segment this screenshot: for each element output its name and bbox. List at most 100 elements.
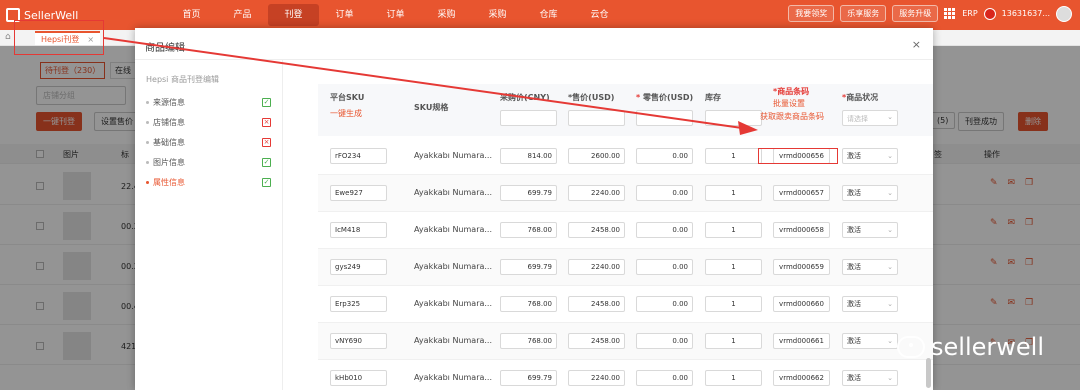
purchase-price-input[interactable]: 768.00 [500,333,557,349]
barcode-input[interactable]: vrmd000657 [773,185,830,201]
modal-scrollbar[interactable] [926,358,931,388]
barcode-input[interactable]: vrmd000659 [773,259,830,275]
purchase-price-input[interactable]: 699.79 [500,185,557,201]
header-stock: 库存 [705,93,721,102]
retail-price-input[interactable]: 0.00 [636,296,693,312]
wechat-icon [897,336,926,358]
section-attribute-info[interactable]: 属性信息 ✓ [146,176,271,188]
batch-set-link[interactable]: 批量设置 [773,98,805,109]
batch-price-input[interactable] [568,110,625,126]
retail-price-input[interactable]: 0.00 [636,222,693,238]
price-input[interactable]: 2240.00 [568,185,625,201]
stock-input[interactable]: 1 [705,333,762,349]
status-select[interactable]: 激活 ⌄ [842,185,898,201]
platform-sku-input[interactable]: vNY690 [330,333,387,349]
section-store-info[interactable]: 店铺信息 × [146,116,271,128]
header-status: *商品状况 [842,93,879,102]
price-input[interactable]: 2458.00 [568,222,625,238]
promo-button[interactable]: 我要领奖 [788,5,835,22]
service-button[interactable]: 乐享服务 [840,5,887,22]
table-row: kHb010 Ayakkabı Numara... 699.79 2240.00… [318,360,933,390]
batch-purchase-price-input[interactable] [500,110,557,126]
status-select[interactable]: 激活 ⌄ [842,148,898,164]
nav-item-orders-2[interactable]: 订单 [370,4,421,26]
stock-input[interactable]: 1 [705,148,762,164]
price-input[interactable]: 2600.00 [568,148,625,164]
platform-sku-input[interactable]: kHb010 [330,370,387,386]
platform-sku-input[interactable]: gys249 [330,259,387,275]
nav-item-orders[interactable]: 订单 [319,4,370,26]
purchase-price-input[interactable]: 768.00 [500,296,557,312]
generate-sku-link[interactable]: 一键生成 [330,108,362,119]
account-phone[interactable]: 13631637... [1002,9,1050,18]
section-basic-info[interactable]: 基础信息 × [146,136,271,148]
platform-sku-input[interactable]: Ewe927 [330,185,387,201]
purchase-price-input[interactable]: 699.79 [500,259,557,275]
barcode-input[interactable]: vrmd000661 [773,333,830,349]
section-source-info[interactable]: 来源信息 ✓ [146,96,271,108]
table-row: rFO234 Ayakkabı Numara... 814.00 2600.00… [318,138,933,175]
platform-sku-input[interactable]: Erp325 [330,296,387,312]
edit-section-nav: Hepsi 商品刊登编辑 来源信息 ✓ 店铺信息 × 基础信息 × 图片信息 ✓… [135,60,283,390]
platform-sku-input[interactable]: IcM418 [330,222,387,238]
barcode-input[interactable]: vrmd000660 [773,296,830,312]
price-input[interactable]: 2240.00 [568,259,625,275]
status-select[interactable]: 激活 ⌄ [842,259,898,275]
nav-item-listing[interactable]: 刊登 [268,4,319,26]
section-label: 来源信息 [153,97,185,107]
price-input[interactable]: 2240.00 [568,370,625,386]
status-select[interactable]: 激活 ⌄ [842,296,898,312]
retail-price-input[interactable]: 0.00 [636,185,693,201]
stock-input[interactable]: 1 [705,259,762,275]
main-menu: 首页 产品 刊登 订单 订单 采购 采购 仓库 云仓 [166,4,625,26]
bullet-icon [146,180,149,184]
retail-price-input[interactable]: 0.00 [636,259,693,275]
barcode-input[interactable]: vrmd000658 [773,222,830,238]
nav-item-warehouse[interactable]: 仓库 [523,4,574,26]
avatar[interactable] [1056,5,1072,22]
upgrade-button[interactable]: 服务升级 [892,5,939,22]
language-flag-icon[interactable] [983,7,996,20]
status-select[interactable]: 激活 ⌄ [842,370,898,386]
stock-input[interactable]: 1 [705,222,762,238]
nav-item-cloud-warehouse[interactable]: 云仓 [574,4,625,26]
section-image-info[interactable]: 图片信息 ✓ [146,156,271,168]
fetch-barcode-link[interactable]: 获取跟卖商品条码 [760,111,824,122]
barcode-input[interactable]: vrmd000662 [773,370,830,386]
purchase-price-input[interactable]: 699.79 [500,370,557,386]
modal-title: 商品编辑 [145,43,185,54]
chevron-down-icon: ⌄ [887,263,893,271]
stock-input[interactable]: 1 [705,185,762,201]
stock-input[interactable]: 1 [705,296,762,312]
bullet-icon [146,160,149,164]
bullet-icon [146,120,149,124]
sku-spec: Ayakkabı Numara... [414,151,493,160]
batch-status-select[interactable]: 请选择 ⌄ [842,110,898,126]
status-select[interactable]: 激活 ⌄ [842,333,898,349]
retail-price-input[interactable]: 0.00 [636,148,693,164]
retail-price-input[interactable]: 0.00 [636,370,693,386]
price-input[interactable]: 2458.00 [568,296,625,312]
nav-item-purchase-2[interactable]: 采购 [472,4,523,26]
apps-grid-icon[interactable] [944,7,956,20]
purchase-price-input[interactable]: 768.00 [500,222,557,238]
check-icon: ✓ [262,97,271,107]
header-sku-spec: SKU规格 [414,103,449,112]
nav-item-purchase[interactable]: 采购 [421,4,472,26]
batch-stock-input[interactable] [705,110,762,126]
batch-retail-price-input[interactable] [636,110,693,126]
nav-item-home[interactable]: 首页 [166,4,217,26]
erp-switch[interactable]: ERP [962,9,977,18]
modal-close-icon[interactable]: × [912,38,921,51]
retail-price-input[interactable]: 0.00 [636,333,693,349]
status-select[interactable]: 激活 ⌄ [842,222,898,238]
nav-item-products[interactable]: 产品 [217,4,268,26]
table-row: gys249 Ayakkabı Numara... 699.79 2240.00… [318,249,933,286]
platform-sku-input[interactable]: rFO234 [330,148,387,164]
stock-input[interactable]: 1 [705,370,762,386]
table-row: vNY690 Ayakkabı Numara... 768.00 2458.00… [318,323,933,360]
header-retail-price: * 零售价(USD) [636,93,694,102]
purchase-price-input[interactable]: 814.00 [500,148,557,164]
header-barcode: *商品条码 [773,87,810,96]
price-input[interactable]: 2458.00 [568,333,625,349]
